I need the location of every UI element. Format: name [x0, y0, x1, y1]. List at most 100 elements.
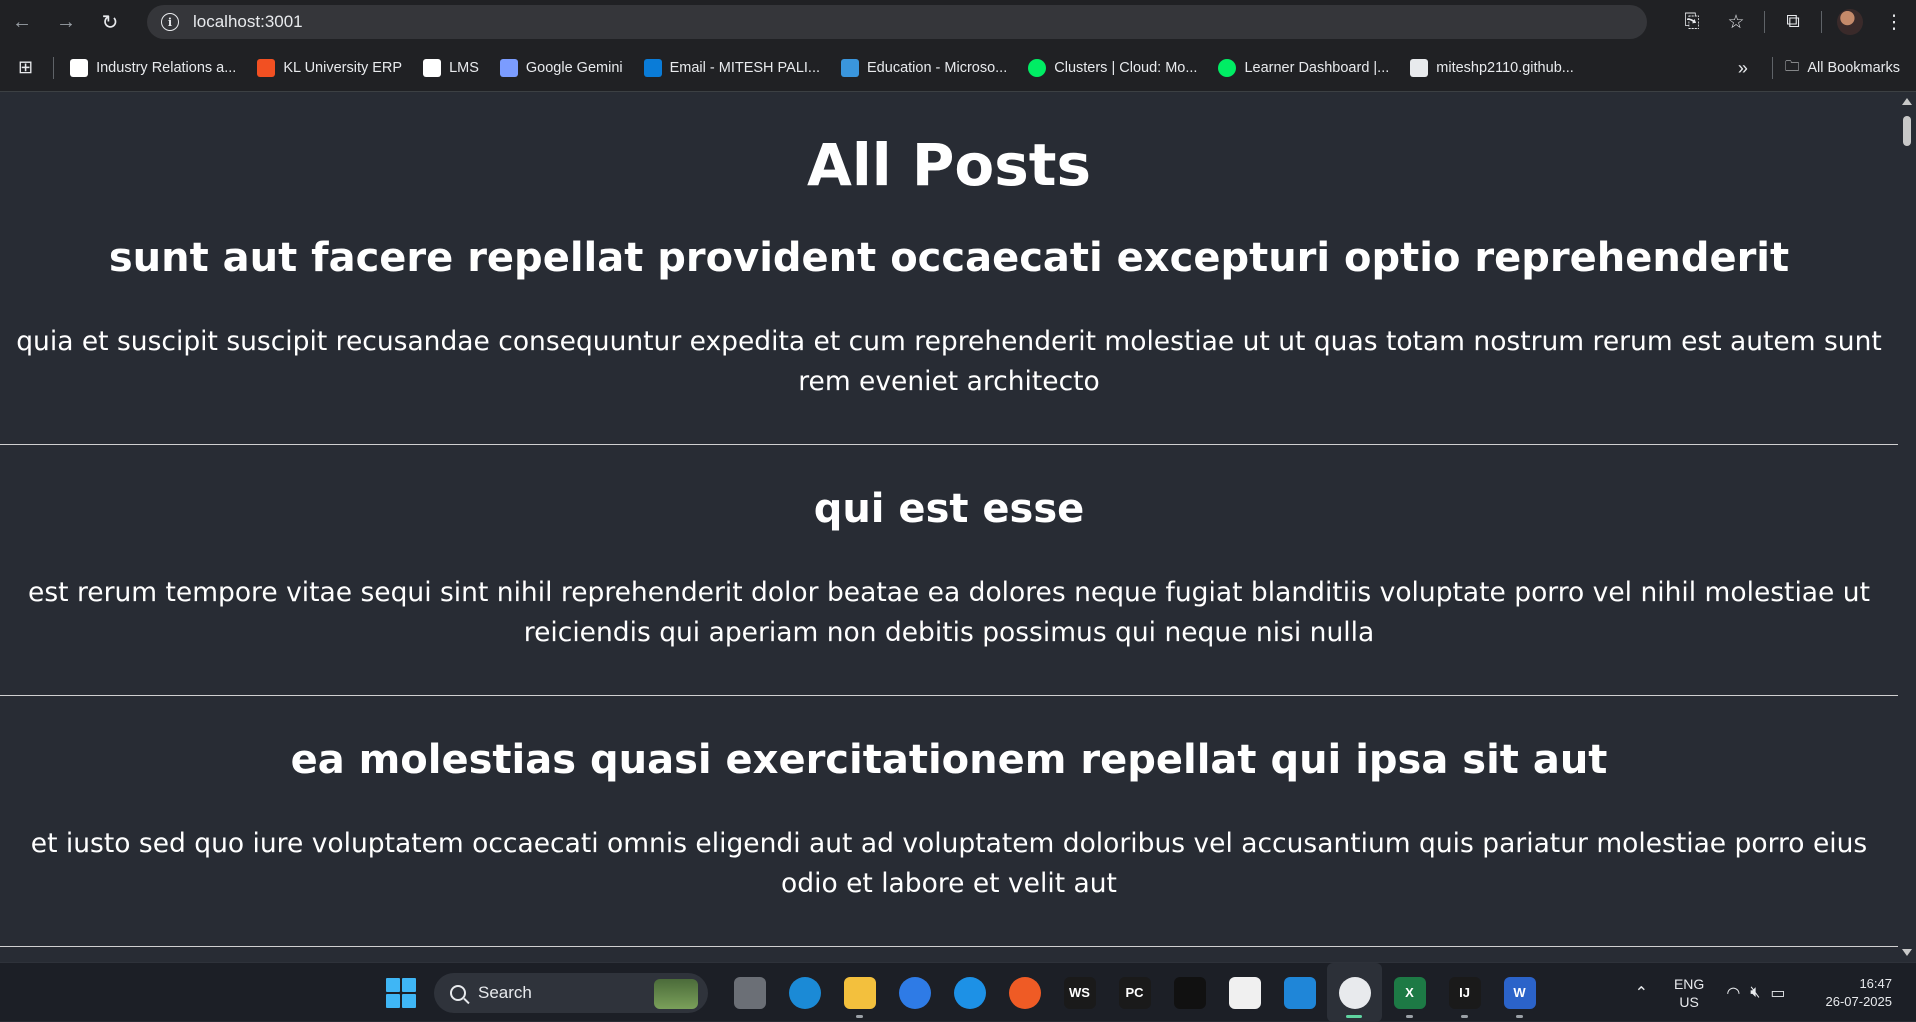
mongodb-leaf-icon	[1028, 58, 1047, 77]
bookmark-item[interactable]: Google Gemini	[499, 58, 623, 77]
address-url[interactable]: localhost:3001	[193, 12, 303, 32]
address-bar[interactable]: i localhost:3001	[147, 5, 1647, 39]
all-bookmarks-button[interactable]: All Bookmarks	[1807, 60, 1900, 76]
battery-icon[interactable]: ▭	[1770, 983, 1785, 1003]
taskbar-app-pycharm[interactable]: PC	[1107, 963, 1162, 1022]
bookmark-item[interactable]: KL University ERP	[257, 58, 402, 77]
bookmark-label: miteshp2110.github...	[1436, 59, 1574, 76]
pinned-apps: WS PC X IJ W	[722, 963, 1547, 1022]
kebab-menu-icon[interactable]: ⋮	[1872, 0, 1916, 44]
taskbar-app-intellij[interactable]: IJ	[1437, 963, 1492, 1022]
task-view-icon	[733, 976, 766, 1009]
bookmark-star-icon[interactable]: ☆	[1714, 0, 1758, 44]
search-label: Search	[478, 982, 532, 1002]
bookmark-item[interactable]: LMS	[423, 58, 479, 77]
post-divider	[0, 695, 1898, 696]
bookmarks-overflow-icon[interactable]: »	[1738, 58, 1748, 79]
search-highlight-image	[654, 978, 698, 1009]
post-item: qui est esse est rerum tempore vitae sequ…	[0, 485, 1898, 696]
bookmark-item[interactable]: Clusters | Cloud: Mo...	[1028, 58, 1197, 77]
wifi-icon[interactable]: ◠	[1726, 983, 1740, 1003]
outlook-icon	[643, 58, 662, 77]
kl-seal-icon	[70, 58, 89, 77]
mongodb-leaf-icon	[1218, 58, 1237, 77]
taskbar-center: Search WS PC X IJ W	[386, 963, 1547, 1022]
edge-icon	[788, 976, 821, 1009]
running-indicator	[1406, 1015, 1413, 1018]
forward-arrow-icon[interactable]: →	[44, 0, 88, 44]
taskbar-app-webstorm[interactable]: WS	[1052, 963, 1107, 1022]
windows-tiles-icon	[257, 58, 276, 77]
toolbar-divider	[1764, 11, 1765, 33]
taskbar-app-notion[interactable]	[1217, 963, 1272, 1022]
windows-start-icon[interactable]	[386, 977, 416, 1008]
bookmark-item[interactable]: Email - MITESH PALI...	[643, 58, 821, 77]
post-item: sunt aut facere repellat provident occae…	[0, 234, 1898, 445]
toolbar-right: ⎘ ☆ ⧉ ⋮	[1670, 0, 1916, 44]
taskbar-app-chrome[interactable]	[1327, 963, 1382, 1022]
post-divider	[0, 444, 1898, 445]
apps-grid-icon[interactable]: ⊞	[18, 57, 33, 78]
running-indicator	[1516, 1015, 1523, 1018]
taskbar-search[interactable]: Search	[434, 972, 708, 1013]
bookmark-item[interactable]: Industry Relations a...	[70, 58, 236, 77]
scroll-up-arrow-icon[interactable]	[1902, 98, 1912, 105]
taskbar-app-word[interactable]: W	[1492, 963, 1547, 1022]
bookmarks-divider	[1771, 57, 1773, 79]
taskbar-app-docker[interactable]	[942, 963, 997, 1022]
taskbar-app-edge[interactable]	[777, 963, 832, 1022]
post-divider	[0, 946, 1898, 947]
bookmark-label: Education - Microso...	[867, 59, 1008, 76]
avatar-image	[1837, 9, 1863, 35]
page-scrollbar[interactable]	[1898, 92, 1916, 962]
taskbar-app-file-explorer[interactable]	[832, 963, 887, 1022]
pycharm-icon: PC	[1118, 976, 1151, 1009]
show-hidden-icons-icon[interactable]: ⌃	[1635, 983, 1648, 1003]
volume-muted-icon[interactable]: 🔇︎	[1750, 984, 1760, 1002]
extensions-icon[interactable]: ⧉	[1771, 0, 1815, 44]
install-app-icon[interactable]: ⎘	[1670, 0, 1714, 44]
post-title: sunt aut facere repellat provident occae…	[108, 235, 1790, 281]
chrome-icon	[1338, 976, 1371, 1009]
bookmark-list: Industry Relations a... KL University ERP…	[70, 58, 1595, 77]
running-indicator	[856, 1015, 863, 1018]
postman-icon	[1008, 976, 1041, 1009]
back-arrow-icon[interactable]: ←	[0, 0, 44, 44]
page-content: All Posts sunt aut facere repellat provi…	[0, 92, 1898, 962]
excel-icon: X	[1393, 976, 1426, 1009]
profile-avatar[interactable]	[1828, 0, 1872, 44]
taskbar-app-terminal[interactable]	[1162, 963, 1217, 1022]
taskbar-app-postman[interactable]	[997, 963, 1052, 1022]
word-icon: W	[1503, 976, 1536, 1009]
post-body: et iusto sed quo iure voluptatem occaeca…	[30, 828, 1868, 899]
taskbar-app-vscode[interactable]	[1272, 963, 1327, 1022]
clock-date: 26-07-2025	[1825, 993, 1893, 1009]
search-icon	[450, 984, 466, 1001]
language-indicator[interactable]: ENG US	[1674, 975, 1704, 1011]
webstorm-icon: WS	[1063, 976, 1096, 1009]
scrollbar-thumb[interactable]	[1903, 116, 1911, 146]
taskbar-app-excel[interactable]: X	[1382, 963, 1437, 1022]
post-body: quia et suscipit suscipit recusandae con…	[16, 326, 1882, 397]
bookmarks-divider	[53, 56, 55, 79]
post-title: ea molestias quasi exercitationem repell…	[290, 737, 1608, 783]
taskbar-app-app-store[interactable]	[887, 963, 942, 1022]
running-indicator	[1461, 1015, 1468, 1018]
reload-icon[interactable]: ↻	[88, 0, 132, 44]
post-list: sunt aut facere repellat provident occae…	[0, 234, 1898, 947]
taskbar-app-task-view[interactable]	[722, 963, 777, 1022]
bookmark-label: LMS	[449, 59, 479, 76]
site-info-icon[interactable]: i	[161, 13, 179, 31]
bookmark-label: Email - MITESH PALI...	[669, 59, 821, 76]
app-store-icon	[898, 976, 931, 1009]
clock[interactable]: 16:47 26-07-2025	[1826, 975, 1893, 1011]
intellij-icon: IJ	[1448, 976, 1481, 1009]
bookmark-item[interactable]: Education - Microso...	[841, 58, 1008, 77]
bookmark-item[interactable]: miteshp2110.github...	[1410, 58, 1574, 77]
bookmarks-right: » 🗀 All Bookmarks	[1738, 44, 1900, 92]
scroll-down-arrow-icon[interactable]	[1902, 949, 1912, 956]
post-body: est rerum tempore vitae sequi sint nihil…	[28, 577, 1870, 648]
code-icon	[1410, 58, 1429, 77]
folder-icon: 🗀	[1784, 58, 1800, 75]
bookmark-item[interactable]: Learner Dashboard |...	[1218, 58, 1389, 77]
